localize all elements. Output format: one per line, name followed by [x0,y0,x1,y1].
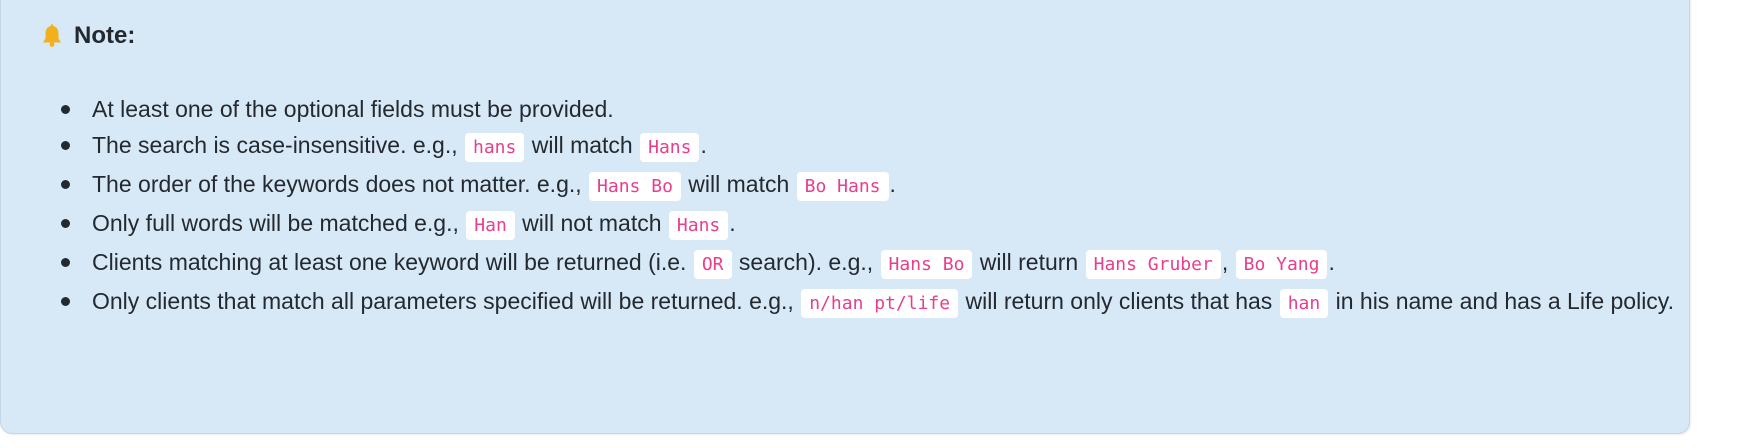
item-text: Only full words will be matched e.g., [92,210,466,236]
list-item: Only clients that match all parameters s… [61,283,1692,322]
item-text: , [1221,249,1235,275]
note-header: Note: [39,21,135,51]
item-text: Clients matching at least one keyword wi… [92,249,693,275]
item-text: . [700,132,707,158]
note-callout: Note: At least one of the optional field… [0,0,1690,434]
inline-code: n/han pt/life [801,289,959,318]
item-text: . [1328,249,1335,275]
list-item: The search is case-insensitive. e.g., ha… [61,127,1692,166]
item-text: will match [681,171,796,197]
item-text: The search is case-insensitive. e.g., [92,132,464,158]
note-list: At least one of the optional fields must… [57,91,1692,322]
list-item: Clients matching at least one keyword wi… [61,244,1692,283]
item-text: search). e.g., [732,249,880,275]
inline-code: Hans Gruber [1085,250,1221,279]
note-title: Note: [74,22,136,49]
bell-icon [39,23,65,49]
item-text: The order of the keywords does not matte… [92,171,589,197]
inline-code: Bo Yang [1235,250,1328,279]
item-text: will not match [515,210,668,236]
list-item: At least one of the optional fields must… [61,91,1692,127]
item-text: will match [525,132,640,158]
item-text: in his name and has a Life policy. [1329,288,1674,314]
inline-code: Hans [668,211,729,240]
inline-code: han [1279,289,1329,318]
inline-code: OR [693,250,732,279]
list-item: Only full words will be matched e.g., Ha… [61,205,1692,244]
list-item: The order of the keywords does not matte… [61,166,1692,205]
inline-code: hans [465,133,525,162]
item-text: will return only clients that has [959,288,1279,314]
inline-code: Hans Bo [880,250,973,279]
item-text: . [889,171,896,197]
inline-code: Hans Bo [589,172,681,201]
item-text: At least one of the optional fields must… [92,96,614,122]
inline-code: Hans [640,133,700,162]
item-text: Only clients that match all parameters s… [92,288,801,314]
inline-code: Han [466,211,515,240]
item-text: will return [973,249,1085,275]
item-text: . [729,210,736,236]
inline-code: Bo Hans [796,172,889,201]
